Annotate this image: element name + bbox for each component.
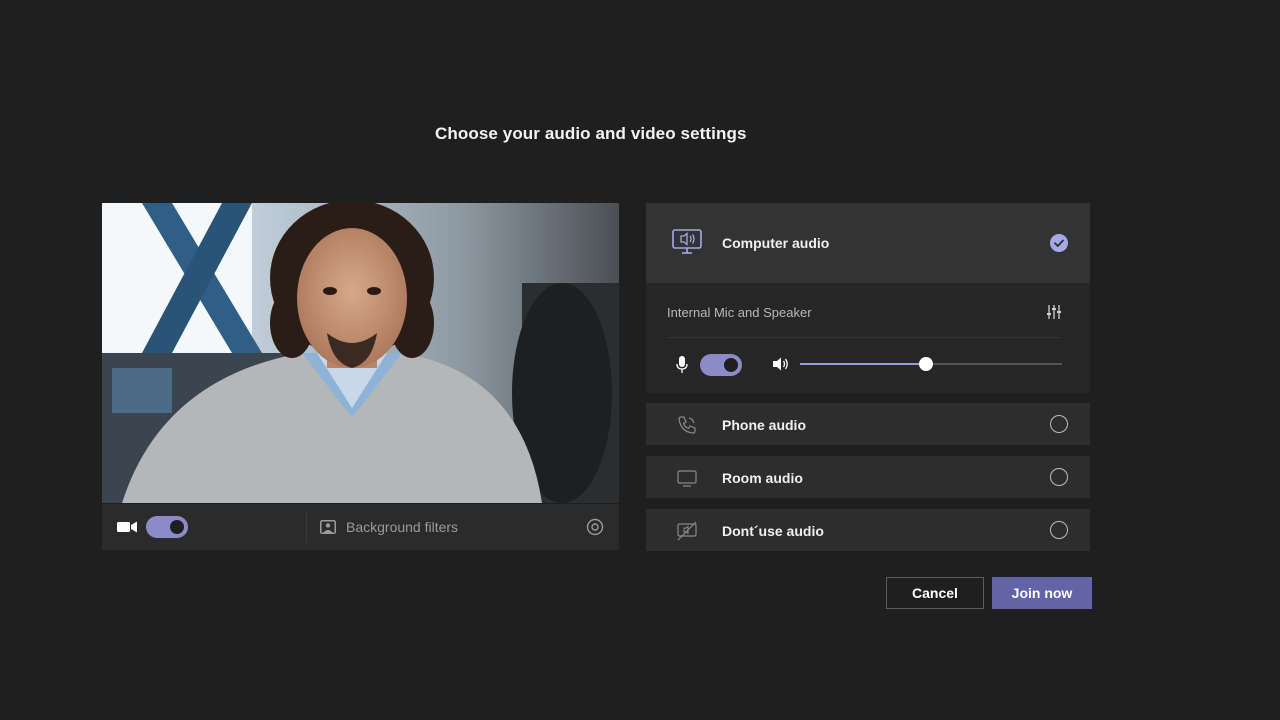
camera-toggle[interactable] (146, 516, 188, 538)
computer-audio-label: Computer audio (722, 235, 830, 251)
computer-audio-option[interactable]: Computer audio (646, 203, 1090, 283)
no-audio-label: Dont´use audio (722, 523, 824, 539)
slider-fill (800, 363, 926, 365)
join-now-button[interactable]: Join now (992, 577, 1092, 609)
phone-icon (678, 416, 696, 434)
background-filters-label: Background filters (346, 519, 459, 535)
camera-icon (117, 521, 137, 533)
room-audio-label: Room audio (722, 470, 803, 486)
room-audio-radio[interactable] (1050, 468, 1068, 486)
room-audio-option[interactable]: Room audio (646, 456, 1090, 498)
video-preview-image (102, 203, 619, 503)
microphone-toggle[interactable] (700, 354, 742, 376)
checkmark-icon (1054, 239, 1064, 247)
audio-off-icon (677, 521, 697, 541)
page-title: Choose your audio and video settings (435, 124, 747, 143)
background-filters-button[interactable]: Background filters (320, 515, 458, 539)
gear-icon[interactable] (586, 518, 604, 536)
computer-audio-settings: Internal Mic and Speaker (646, 283, 1090, 393)
background-filters-icon (320, 520, 336, 534)
divider (667, 337, 1060, 338)
device-settings-icon[interactable] (1046, 304, 1062, 320)
speaker-volume-slider[interactable] (800, 355, 1062, 373)
slider-thumb[interactable] (918, 357, 933, 371)
divider (306, 512, 307, 542)
microphone-icon (676, 356, 688, 373)
toggle-knob (724, 358, 738, 372)
speaker-icon (773, 357, 788, 371)
selected-check-icon[interactable] (1050, 234, 1068, 252)
phone-audio-radio[interactable] (1050, 415, 1068, 433)
video-preview (102, 203, 619, 503)
monitor-icon (677, 470, 697, 487)
phone-audio-label: Phone audio (722, 417, 806, 433)
phone-audio-option[interactable]: Phone audio (646, 403, 1090, 445)
no-audio-radio[interactable] (1050, 521, 1068, 539)
video-controls-bar: Background filters (102, 504, 619, 550)
no-audio-option[interactable]: Dont´use audio (646, 509, 1090, 551)
audio-device-name: Internal Mic and Speaker (667, 305, 812, 320)
computer-audio-icon (672, 229, 702, 254)
cancel-button[interactable]: Cancel (886, 577, 984, 609)
pre-join-screen: Choose your audio and video settings Bac… (0, 0, 1280, 720)
toggle-knob (170, 520, 184, 534)
